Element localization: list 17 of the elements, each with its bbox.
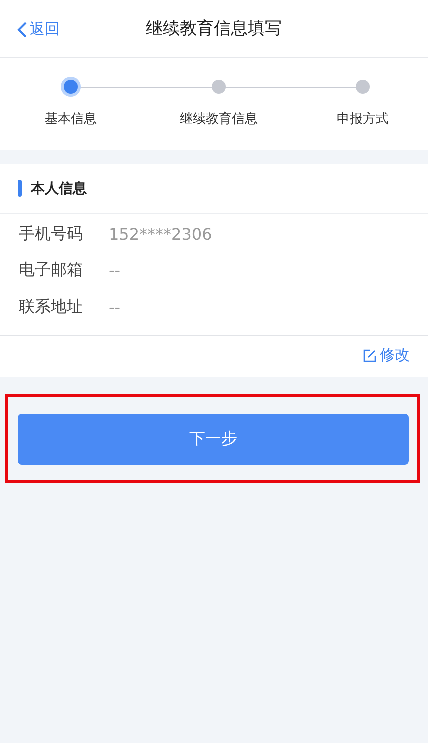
next-button[interactable]: 下一步 — [18, 414, 409, 465]
step-label: 基本信息 — [45, 111, 97, 128]
step-label: 申报方式 — [337, 111, 389, 128]
field-label: 手机号码 — [19, 224, 84, 245]
back-button[interactable]: 返回 — [16, 20, 60, 39]
section-marker — [18, 180, 22, 197]
section-title: 本人信息 — [31, 180, 87, 198]
field-label: 电子邮箱 — [19, 260, 84, 282]
field-value: 152****2306 — [109, 224, 212, 244]
field-value: -- — [109, 261, 121, 280]
edit-button[interactable]: 修改 — [363, 346, 410, 365]
step-label: 继续教育信息 — [180, 110, 258, 128]
edit-icon — [363, 348, 377, 362]
chevron-left-icon — [16, 20, 28, 38]
field-value: -- — [109, 298, 121, 317]
field-label: 联系地址 — [19, 296, 84, 318]
page-title: 继续教育信息填写 — [146, 18, 282, 41]
